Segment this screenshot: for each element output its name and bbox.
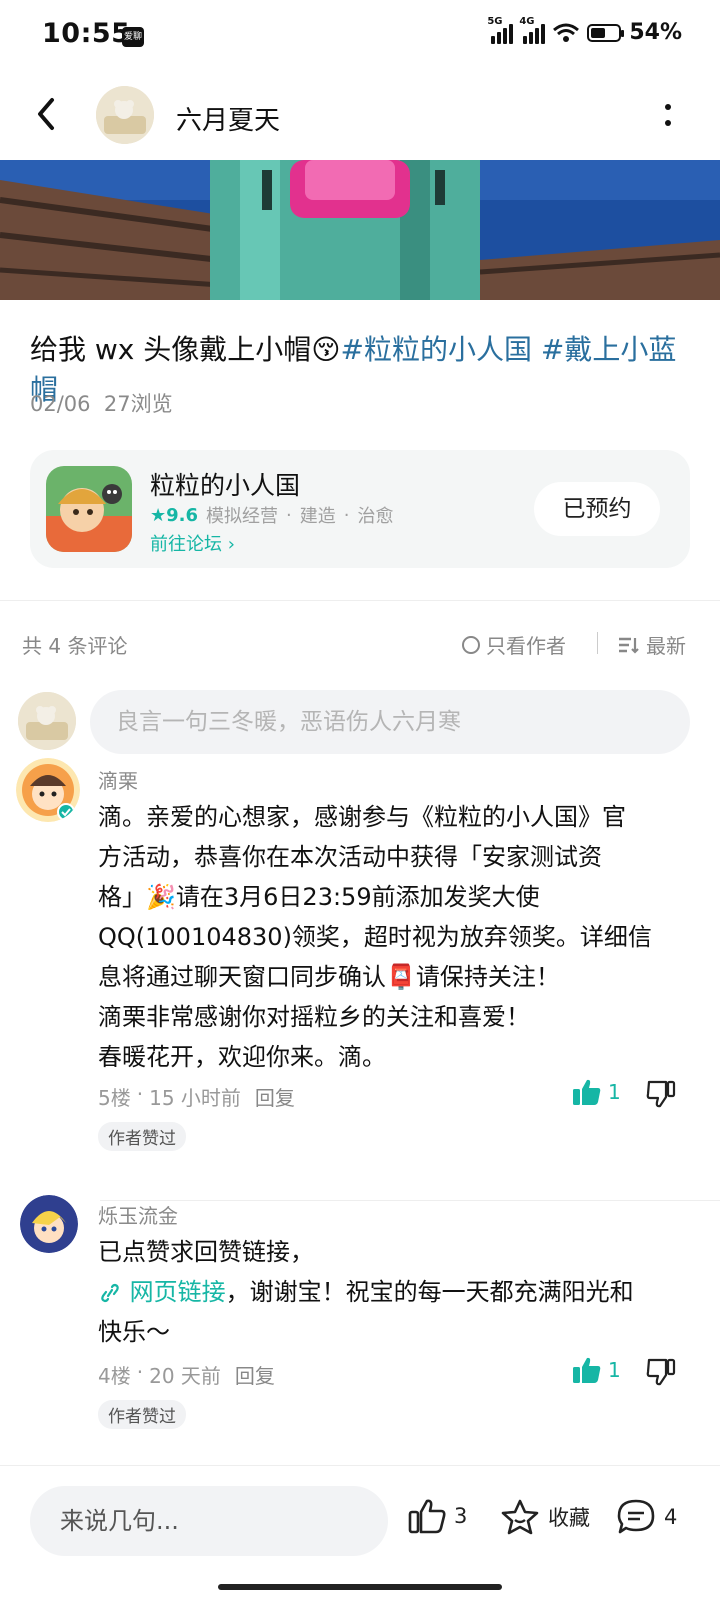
comment-count: 共 4 条评论: [22, 634, 128, 658]
favorite-button[interactable]: 收藏: [500, 1498, 590, 1536]
commenter-name[interactable]: 滴栗: [98, 765, 138, 794]
floor: 5楼: [98, 1086, 131, 1110]
game-card[interactable]: 粒粒的小人国 ★9.6 模拟经营 · 建造 · 治愈 前往论坛 › 已预约: [30, 450, 690, 568]
like-post-button[interactable]: 3: [408, 1498, 467, 1534]
chevron-right-icon: ›: [227, 534, 235, 555]
game-name: 粒粒的小人国: [150, 471, 301, 500]
more-vertical-icon[interactable]: [664, 102, 672, 128]
author-avatar[interactable]: [96, 86, 154, 144]
notification-badge-icon: 爱聊: [122, 27, 144, 47]
genre: 建造: [299, 506, 336, 527]
comment-text: 滴。亲爱的心想家，感谢参与《粒粒的小人国》官 方活动，恭喜你在本次活动中获得「安…: [98, 803, 652, 1071]
like-button[interactable]: 1: [572, 1356, 621, 1384]
comment-time: 15 小时前: [149, 1086, 241, 1110]
author-name[interactable]: 六月夏天: [176, 100, 280, 137]
game-icon[interactable]: [46, 466, 132, 552]
chevron-left-icon[interactable]: [32, 96, 62, 132]
star-icon: ★: [150, 504, 167, 526]
like-button[interactable]: 1: [572, 1078, 621, 1106]
reply-button[interactable]: 回复: [235, 1360, 275, 1389]
divider: [100, 1200, 720, 1201]
divider: [597, 632, 598, 654]
only-author-toggle[interactable]: 只看作者: [462, 630, 566, 659]
forum-link[interactable]: 前往论坛 ›: [150, 530, 235, 556]
commenter-avatar[interactable]: [16, 758, 80, 822]
rating: ★9.6: [150, 504, 199, 526]
author-liked-badge: 作者赞过: [98, 1122, 186, 1151]
radio-icon: [462, 635, 480, 654]
link-icon: [101, 1283, 119, 1303]
comment-meta: 5楼 · 15 小时前 回复: [98, 1082, 295, 1111]
author-liked-badge: 作者赞过: [98, 1400, 186, 1429]
bottom-comment-input[interactable]: 来说几句...: [30, 1486, 388, 1556]
thumb-up-icon: [573, 1357, 601, 1383]
comment-meta: 4楼 · 20 天前 回复: [98, 1360, 275, 1389]
battery-icon: [587, 23, 625, 42]
status-time: 10:55: [42, 18, 131, 49]
thumb-up-icon: [408, 1499, 446, 1534]
comment-input[interactable]: 良言一句三冬暖，恶语伤人六月寒: [90, 690, 690, 754]
commenter-name[interactable]: 烁玉流金: [98, 1200, 178, 1229]
signal-5g-icon: 5G: [487, 16, 514, 44]
home-indicator[interactable]: [218, 1584, 502, 1590]
post-meta: 02/06 27浏览: [30, 388, 173, 418]
post-views: 27浏览: [103, 392, 173, 416]
game-info: ★9.6 模拟经营 · 建造 · 治愈: [150, 502, 394, 528]
my-avatar: [18, 692, 76, 750]
thumb-up-icon: [573, 1079, 601, 1105]
floor: 4楼: [98, 1364, 131, 1388]
emoji: 😚: [311, 333, 341, 366]
comment-time: 20 天前: [149, 1364, 221, 1388]
thumb-down-icon[interactable]: [646, 1080, 676, 1108]
comments-button[interactable]: 4: [616, 1498, 677, 1536]
reply-button[interactable]: 回复: [255, 1082, 295, 1111]
web-link[interactable]: 网页链接: [98, 1278, 226, 1306]
signal-4g-icon: 4G: [519, 16, 546, 44]
comment-text: 已点赞求回赞链接， 网页链接，谢谢宝！祝宝的每一天都充满阳光和 快乐～: [98, 1238, 634, 1346]
sort-icon: [619, 637, 639, 654]
sort-latest-button[interactable]: 最新: [618, 630, 686, 659]
commenter-avatar[interactable]: [20, 1195, 78, 1253]
wifi-icon: [553, 23, 580, 42]
comment-icon: [617, 1499, 655, 1534]
reserve-button[interactable]: 已预约: [534, 482, 660, 536]
thumb-down-icon[interactable]: [646, 1358, 676, 1386]
post-text: 给我 wx 头像戴上小帽: [30, 333, 312, 366]
post-header: 六月夏天: [0, 82, 720, 152]
post-image[interactable]: [0, 160, 720, 300]
genre: 模拟经营: [206, 506, 279, 527]
post-date: 02/06: [30, 392, 91, 416]
status-icons: 5G 4G 54%: [487, 16, 682, 46]
genre: 治愈: [357, 506, 394, 527]
status-bar: 10:55 爱聊 5G 4G 54%: [0, 0, 720, 72]
star-icon: [501, 1499, 539, 1535]
topic-tag[interactable]: #粒粒的小人国: [340, 333, 531, 366]
divider: [0, 600, 720, 601]
bottom-action-bar: 来说几句... 3 收藏 4: [0, 1465, 720, 1601]
battery-percent: 54%: [629, 20, 682, 45]
